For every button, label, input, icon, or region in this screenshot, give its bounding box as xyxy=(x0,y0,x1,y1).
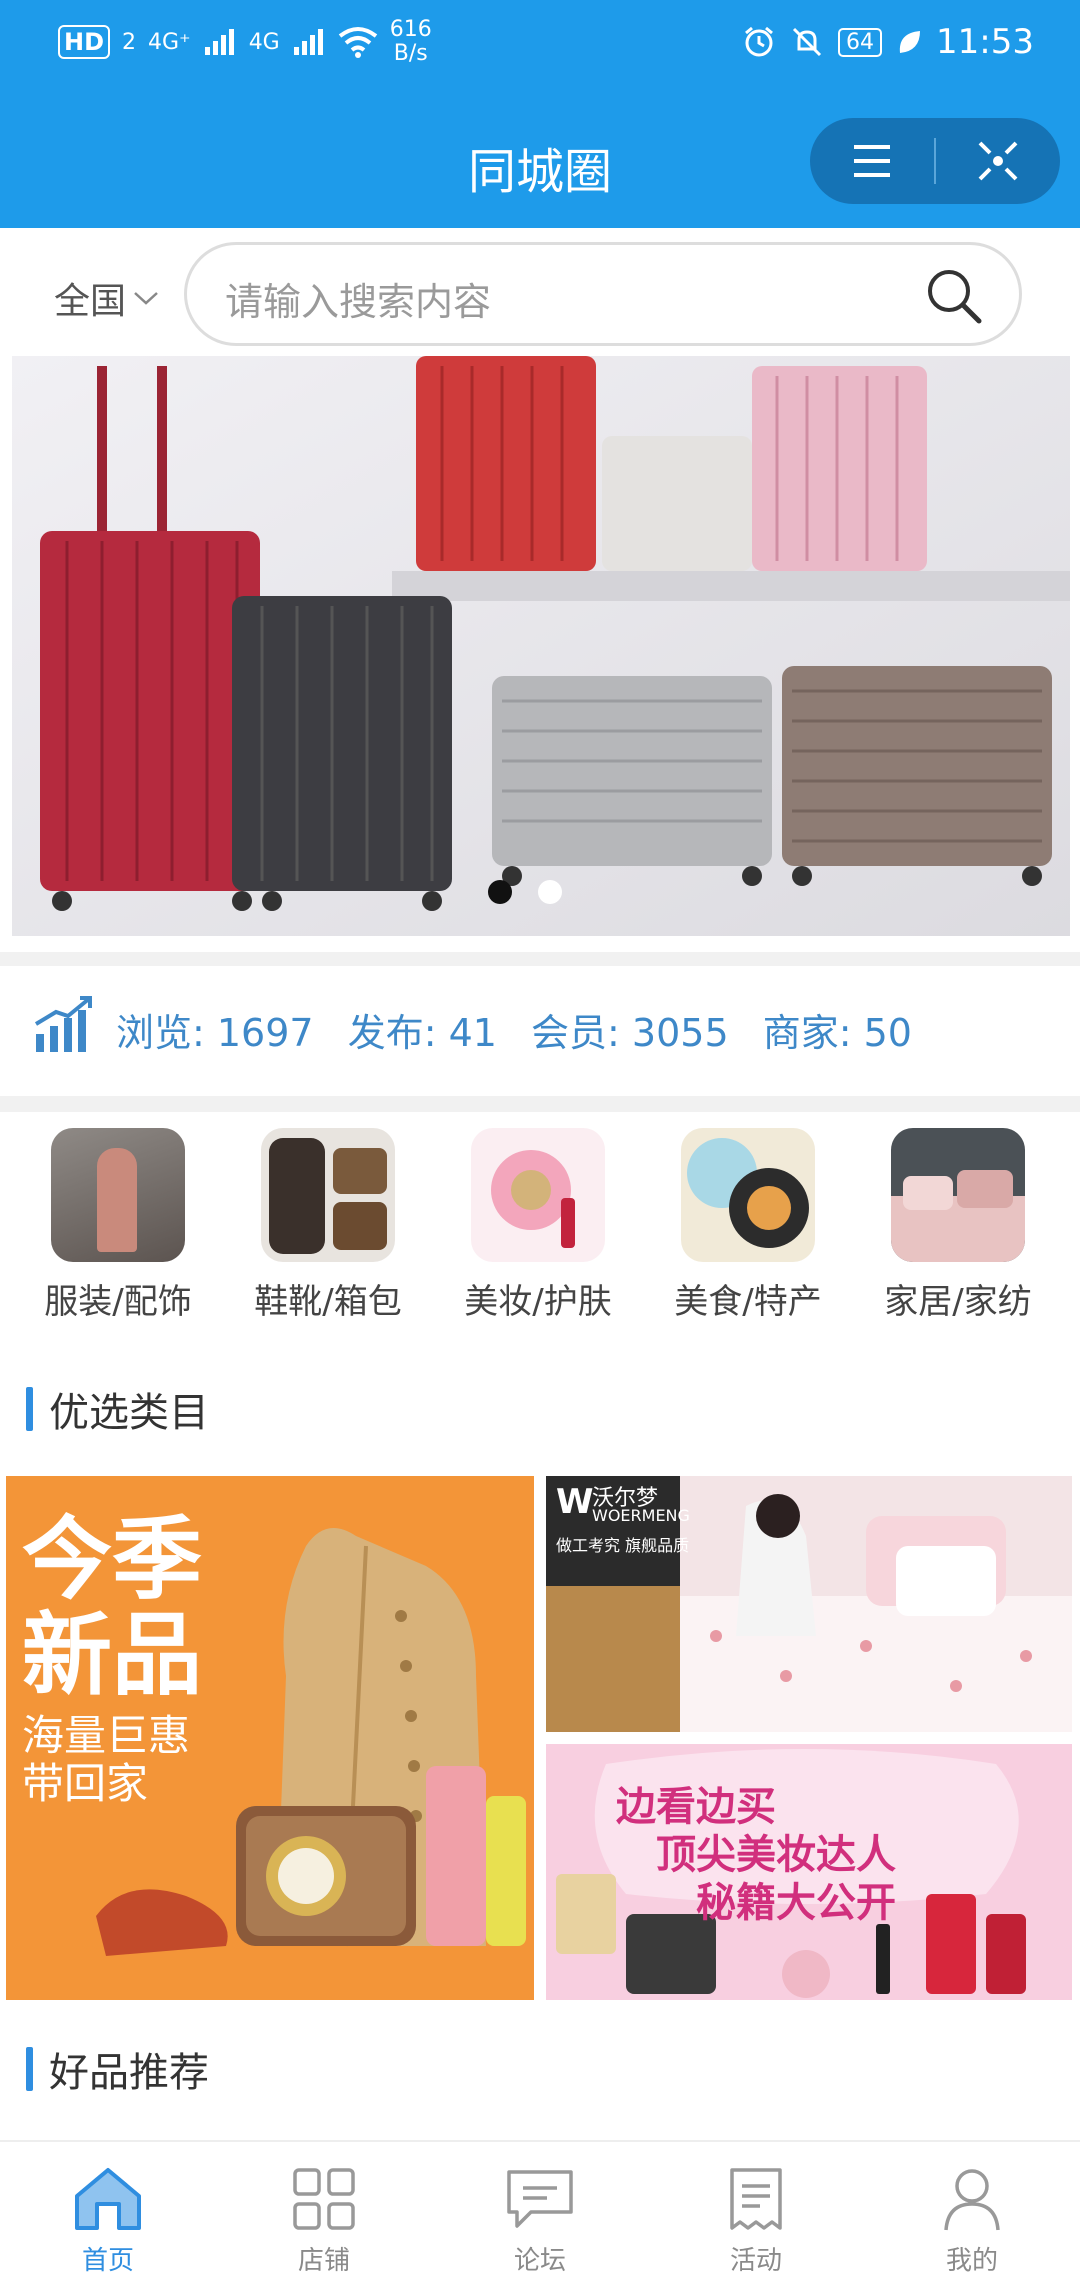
stat-views: 浏览: 1697 xyxy=(116,1011,314,1055)
section-title-recommended: 好品推荐 xyxy=(26,2040,209,2098)
section-title-featured: 优选类目 xyxy=(26,1380,209,1438)
stat-posts: 发布: 41 xyxy=(347,1011,497,1055)
menu-button[interactable] xyxy=(810,118,934,204)
promo-bedding-image xyxy=(546,1494,1072,1732)
category-thumb-food xyxy=(681,1128,815,1262)
tab-label: 活动 xyxy=(729,2246,782,2276)
promo-new-season[interactable]: 今季 新品 海量巨惠 带回家 xyxy=(6,1476,534,2000)
tab-home[interactable]: 首页 xyxy=(0,2142,216,2282)
section-accent-bar xyxy=(26,1387,33,1431)
stats-bar: 浏览: 1697 发布: 41 会员: 3055 商家: 50 xyxy=(0,952,1080,1112)
category-item-food[interactable]: 美食/特产 xyxy=(648,1110,848,1323)
search-row: 全国 请输入搜索内容 xyxy=(0,228,1080,358)
status-bar: HD 2 4G⁺ 4G 616 B/s 64 11:53 xyxy=(0,0,1080,92)
stat-merchants: 商家: 50 xyxy=(762,1011,912,1055)
promo-bedding[interactable]: W 沃尔梦 WOERMENG 做工考究 旗舰品质 xyxy=(546,1476,1072,1732)
close-button[interactable] xyxy=(936,118,1060,204)
section-title-text: 好品推荐 xyxy=(49,2050,209,2096)
bottom-navigation: 首页 店铺 论坛 活动 我的 xyxy=(0,2140,1080,2282)
sim-indicator: 2 xyxy=(122,29,137,55)
grid-icon xyxy=(293,2168,355,2230)
banner-carousel[interactable] xyxy=(12,356,1070,936)
category-item-shoes-bags[interactable]: 鞋靴/箱包 xyxy=(228,1110,428,1323)
tab-forum[interactable]: 论坛 xyxy=(432,2142,648,2282)
speed-unit: B/s xyxy=(393,41,428,66)
carousel-dot-active[interactable] xyxy=(488,880,512,904)
region-label: 全国 xyxy=(54,281,127,322)
wifi-icon xyxy=(338,27,377,58)
leaf-icon xyxy=(899,31,921,53)
search-input[interactable]: 请输入搜索内容 xyxy=(184,242,1022,346)
stat-members: 会员: 3055 xyxy=(531,1011,729,1055)
search-icon[interactable] xyxy=(923,265,985,327)
category-thumb-shoes-bags xyxy=(261,1128,395,1262)
signal-icon xyxy=(293,29,323,55)
home-icon xyxy=(75,2168,141,2230)
battery-indicator: 64 xyxy=(838,27,883,57)
network-type-2: 4G xyxy=(248,29,280,55)
category-thumb-home xyxy=(891,1128,1025,1262)
app-header: HD 2 4G⁺ 4G 616 B/s 64 11:53 同城圈 xyxy=(0,0,1080,228)
signal-icon xyxy=(204,29,234,55)
category-label: 美妆/护肤 xyxy=(464,1282,612,1322)
category-thumb-beauty xyxy=(471,1128,605,1262)
tab-label: 首页 xyxy=(81,2246,134,2276)
status-time: 11:53 xyxy=(936,22,1034,62)
user-icon xyxy=(944,2169,1000,2231)
chevron-down-icon xyxy=(134,292,158,305)
section-accent-bar xyxy=(26,2047,33,2091)
promo-fashion-image xyxy=(96,1528,526,1956)
makeup-line-3: 秘籍大公开 xyxy=(696,1880,896,1926)
carousel-dot[interactable] xyxy=(538,880,562,904)
receipt-icon xyxy=(730,2168,782,2230)
close-target-icon xyxy=(978,141,1018,181)
category-item-clothing[interactable]: 服装/配饰 xyxy=(18,1110,218,1323)
mute-icon xyxy=(792,27,822,57)
category-item-home[interactable]: 家居/家纺 xyxy=(858,1110,1058,1323)
tab-label: 论坛 xyxy=(513,2246,566,2276)
region-selector[interactable]: 全国 xyxy=(54,272,160,324)
category-label: 美食/特产 xyxy=(674,1282,822,1322)
stats-text: 浏览: 1697 发布: 41 会员: 3055 商家: 50 xyxy=(116,1002,934,1057)
chat-icon xyxy=(507,2170,573,2228)
network-type-1: 4G⁺ xyxy=(148,29,191,55)
tab-mine[interactable]: 我的 xyxy=(864,2142,1080,2282)
category-label: 服装/配饰 xyxy=(44,1282,192,1322)
category-item-beauty[interactable]: 美妆/护肤 xyxy=(438,1110,638,1323)
category-grid: 服装/配饰 鞋靴/箱包 美妆/护肤 美食/特产 家居/家纺 xyxy=(0,1110,1080,1340)
tab-label: 我的 xyxy=(945,2246,998,2276)
tab-shops[interactable]: 店铺 xyxy=(216,2142,432,2282)
alarm-icon xyxy=(745,26,773,57)
promo-makeup[interactable]: 边看边买 顶尖美妆达人 秘籍大公开 xyxy=(546,1744,1072,2000)
trend-chart-icon xyxy=(34,996,92,1052)
search-placeholder: 请输入搜索内容 xyxy=(225,280,492,324)
network-speed: 616 B/s xyxy=(390,18,432,66)
tab-activities[interactable]: 活动 xyxy=(648,2142,864,2282)
category-label: 家居/家纺 xyxy=(884,1282,1032,1322)
category-label: 鞋靴/箱包 xyxy=(254,1282,402,1322)
luggage-banner-image xyxy=(12,356,1070,936)
menu-icon xyxy=(854,145,890,177)
carousel-dots xyxy=(488,880,562,904)
hd-badge: HD xyxy=(58,25,111,59)
category-thumb-clothing xyxy=(51,1128,185,1262)
tab-label: 店铺 xyxy=(297,2246,350,2276)
speed-value: 616 xyxy=(389,17,432,42)
section-title-text: 优选类目 xyxy=(49,1390,209,1436)
miniapp-capsule xyxy=(810,118,1060,204)
